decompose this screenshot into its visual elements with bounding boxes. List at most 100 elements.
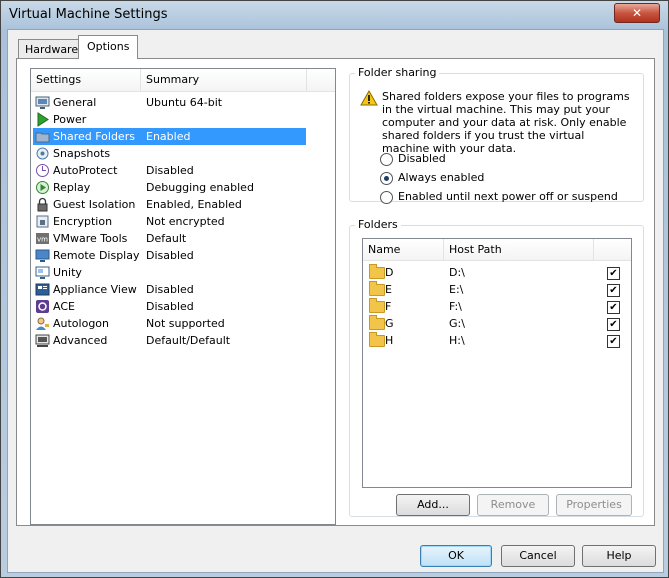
settings-item-advanced[interactable]: Advanced Default/Default bbox=[33, 332, 306, 349]
folder-icon bbox=[369, 298, 385, 313]
settings-item-replay[interactable]: Replay Debugging enabled bbox=[33, 179, 306, 196]
radio-button[interactable] bbox=[380, 153, 393, 166]
remote-display-icon bbox=[35, 249, 50, 262]
tab-hardware[interactable]: Hardware bbox=[18, 39, 86, 59]
folder-row-g[interactable]: G G:\ ✔ bbox=[363, 315, 629, 332]
column-header-summary[interactable]: Summary bbox=[141, 69, 307, 91]
folder-row-h[interactable]: H H:\ ✔ bbox=[363, 332, 629, 349]
advanced-icon bbox=[35, 334, 50, 347]
settings-item-summary: Debugging enabled bbox=[146, 181, 254, 194]
settings-item-label: VMware Tools bbox=[53, 232, 128, 245]
window-title: Virtual Machine Settings bbox=[9, 7, 168, 22]
folder-name: G bbox=[385, 317, 394, 330]
settings-item-summary: Disabled bbox=[146, 164, 194, 177]
settings-item-summary: Disabled bbox=[146, 283, 194, 296]
column-header-name[interactable]: Name bbox=[363, 239, 444, 260]
settings-item-autoprotect[interactable]: AutoProtect Disabled bbox=[33, 162, 306, 179]
warning-text: Shared folders expose your files to prog… bbox=[382, 90, 630, 155]
settings-item-label: General bbox=[53, 96, 97, 109]
settings-item-summary: Default/Default bbox=[146, 334, 231, 347]
folders-table-header: Name Host Path bbox=[363, 239, 631, 261]
cancel-button[interactable]: Cancel bbox=[501, 545, 575, 567]
settings-item-unity[interactable]: Unity bbox=[33, 264, 306, 281]
folder-enabled-checkbox[interactable]: ✔ bbox=[607, 301, 620, 314]
folder-properties-button[interactable]: Properties bbox=[556, 494, 632, 516]
settings-item-summary: Not encrypted bbox=[146, 215, 225, 228]
settings-item-snapshots[interactable]: Snapshots bbox=[33, 145, 306, 162]
unity-icon bbox=[35, 266, 50, 279]
folder-name: F bbox=[385, 300, 392, 313]
add-folder-button[interactable]: Add... bbox=[396, 494, 470, 516]
radio-label: Disabled bbox=[398, 152, 446, 165]
settings-item-appliance-view[interactable]: Appliance View Disabled bbox=[33, 281, 306, 298]
folders-label: Folders bbox=[355, 218, 401, 231]
settings-item-guest-isolation[interactable]: Guest Isolation Enabled, Enabled bbox=[33, 196, 306, 213]
settings-item-autologon[interactable]: Autologon Not supported bbox=[33, 315, 306, 332]
snapshots-icon bbox=[36, 147, 49, 160]
folder-icon bbox=[369, 315, 385, 330]
settings-item-summary: Not supported bbox=[146, 317, 225, 330]
autoprotect-icon bbox=[36, 164, 49, 177]
lock-icon bbox=[37, 197, 48, 212]
radio-button[interactable] bbox=[380, 172, 393, 185]
warning-icon bbox=[360, 90, 378, 106]
settings-item-label: Guest Isolation bbox=[53, 198, 136, 211]
folder-row-f[interactable]: F F:\ ✔ bbox=[363, 298, 629, 315]
ace-icon bbox=[36, 300, 49, 313]
settings-item-ace[interactable]: ACE Disabled bbox=[33, 298, 306, 315]
general-icon bbox=[35, 96, 50, 109]
settings-item-label: Power bbox=[53, 113, 87, 126]
settings-item-label: Unity bbox=[53, 266, 82, 279]
settings-item-remote-display[interactable]: Remote Display Disabled bbox=[33, 247, 306, 264]
folder-enabled-checkbox[interactable]: ✔ bbox=[607, 284, 620, 297]
tab-options[interactable]: Options bbox=[78, 35, 139, 59]
radio-button[interactable] bbox=[380, 191, 393, 204]
appliance-view-icon bbox=[35, 283, 50, 296]
folder-host-path: D:\ bbox=[449, 266, 465, 279]
folder-enabled-checkbox[interactable]: ✔ bbox=[607, 267, 620, 280]
folder-enabled-checkbox[interactable]: ✔ bbox=[607, 318, 620, 331]
settings-item-label: ACE bbox=[53, 300, 75, 313]
settings-item-label: Snapshots bbox=[53, 147, 111, 160]
encryption-icon bbox=[36, 215, 49, 228]
settings-item-summary: Disabled bbox=[146, 300, 194, 313]
column-header-host-path[interactable]: Host Path bbox=[444, 239, 594, 260]
help-button[interactable]: Help bbox=[582, 545, 656, 567]
folders-group: Folders Name Host Path D D:\ ✔ E E:\ ✔ F… bbox=[349, 218, 644, 517]
options-panel: Settings Summary General Ubuntu 64-bit P… bbox=[16, 58, 655, 526]
radio-label: Always enabled bbox=[398, 171, 485, 184]
column-header-settings[interactable]: Settings bbox=[31, 69, 141, 91]
shared-folders-icon bbox=[35, 132, 50, 143]
folder-row-e[interactable]: E E:\ ✔ bbox=[363, 281, 629, 298]
replay-icon bbox=[36, 181, 49, 194]
folder-name: E bbox=[385, 283, 392, 296]
settings-item-summary: Disabled bbox=[146, 249, 194, 262]
settings-item-summary: Ubuntu 64-bit bbox=[146, 96, 223, 109]
settings-item-label: Appliance View bbox=[53, 283, 137, 296]
folder-icon bbox=[369, 264, 385, 279]
folder-icon bbox=[369, 332, 385, 347]
radio-label: Enabled until next power off or suspend bbox=[398, 190, 618, 203]
settings-item-label: Replay bbox=[53, 181, 91, 194]
settings-item-power[interactable]: Power bbox=[33, 111, 306, 128]
remove-folder-button[interactable]: Remove bbox=[477, 494, 549, 516]
settings-item-encryption[interactable]: Encryption Not encrypted bbox=[33, 213, 306, 230]
vmware-tools-icon: vm bbox=[36, 233, 49, 244]
close-button[interactable]: ✕ bbox=[614, 3, 660, 23]
title-bar[interactable]: Virtual Machine Settings ✕ bbox=[1, 1, 668, 29]
folder-enabled-checkbox[interactable]: ✔ bbox=[607, 335, 620, 348]
settings-item-label: Autologon bbox=[53, 317, 110, 330]
settings-item-shared-folders[interactable]: Shared Folders Enabled bbox=[33, 128, 306, 145]
power-icon bbox=[37, 112, 49, 127]
folder-host-path: F:\ bbox=[449, 300, 462, 313]
settings-item-general[interactable]: General Ubuntu 64-bit bbox=[33, 94, 306, 111]
ok-button[interactable]: OK bbox=[420, 545, 492, 567]
settings-item-label: Remote Display bbox=[53, 249, 140, 262]
settings-item-vmware-tools[interactable]: vm VMware Tools Default bbox=[33, 230, 306, 247]
folder-host-path: G:\ bbox=[449, 317, 465, 330]
folders-table[interactable]: Name Host Path D D:\ ✔ E E:\ ✔ F F:\ ✔ G… bbox=[362, 238, 632, 488]
folder-name: H bbox=[385, 334, 394, 347]
folder-host-path: H:\ bbox=[449, 334, 465, 347]
folder-row-d[interactable]: D D:\ ✔ bbox=[363, 264, 629, 281]
settings-list[interactable]: Settings Summary General Ubuntu 64-bit P… bbox=[30, 68, 336, 525]
